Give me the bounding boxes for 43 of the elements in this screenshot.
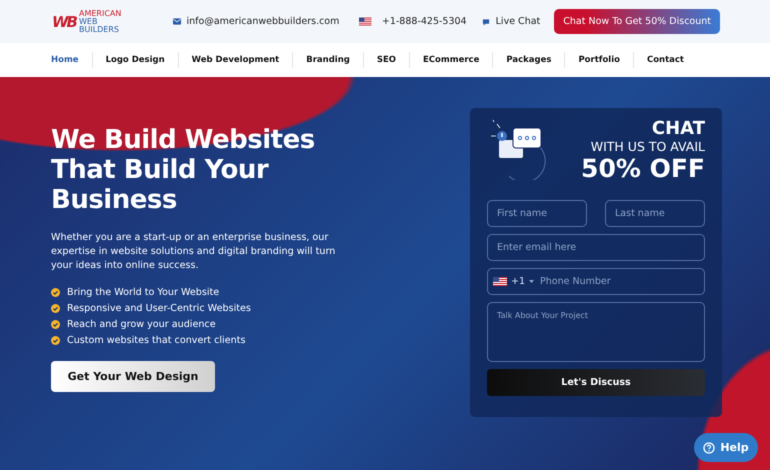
first-name-field[interactable]: First name	[487, 200, 587, 227]
nav-link[interactable]: Portfolio	[564, 52, 633, 68]
get-design-button[interactable]: Get Your Web Design	[51, 361, 215, 392]
chat-bubble-icon	[482, 18, 490, 26]
nav-link[interactable]: Home	[38, 52, 92, 68]
discuss-button[interactable]: Let's Discuss	[487, 369, 705, 396]
nav-link[interactable]: Contact	[632, 52, 697, 68]
caret-icon	[529, 280, 534, 283]
nav-link[interactable]: ECommerce	[409, 52, 492, 68]
help-button[interactable]: Help	[694, 433, 758, 462]
check-circle-icon	[51, 288, 60, 297]
feature-text: Bring the World to Your Website	[67, 287, 220, 298]
nav-link[interactable]: Branding	[292, 52, 363, 68]
nav-link[interactable]: Logo Design	[92, 52, 178, 68]
email-link[interactable]: info@americanwebbuilders.com	[186, 16, 340, 27]
phone-link[interactable]: +1-888-425-5304	[382, 16, 467, 27]
logo-mark[interactable]: WB	[52, 12, 76, 30]
chat-subheading: WITH US TO AVAIL	[590, 139, 705, 154]
feature-text: Responsive and User-Centric Websites	[67, 303, 251, 314]
feature-text: Custom websites that convert clients	[67, 335, 246, 346]
chat-now-button[interactable]: Chat Now To Get 50% Discount	[554, 9, 720, 34]
dial-code[interactable]: +1	[511, 276, 526, 287]
logo-text: AMERICAN	[78, 10, 122, 18]
nav-link[interactable]: SEO	[362, 52, 409, 68]
us-flag-icon	[359, 17, 372, 26]
discount-heading: 50% OFF	[581, 154, 705, 183]
hero-text: Whether you are a start-up or an enterprise business, our expertise in website solutions and digital branding will turn your ideas into online success.	[51, 231, 336, 273]
check-circle-icon	[51, 304, 60, 313]
chat-heading: CHAT	[652, 118, 705, 139]
phone-field[interactable]: +1 Phone Number	[487, 268, 705, 295]
nav-link[interactable]: Web Development	[178, 52, 292, 68]
email-field[interactable]: Enter email here	[487, 234, 705, 261]
live-chat-link[interactable]: Live Chat	[496, 16, 540, 27]
logo-text: WEB BUILDERS	[78, 18, 120, 34]
check-circle-icon	[51, 336, 60, 345]
help-icon	[703, 442, 716, 454]
project-field[interactable]: Talk About Your Project	[487, 302, 705, 362]
last-name-field[interactable]: Last name	[605, 200, 705, 227]
nav-link[interactable]: Packages	[492, 52, 564, 68]
envelope-icon	[173, 18, 182, 25]
feature-text: Reach and grow your audience	[67, 319, 216, 330]
check-circle-icon	[51, 320, 60, 329]
us-flag-icon	[493, 277, 507, 286]
